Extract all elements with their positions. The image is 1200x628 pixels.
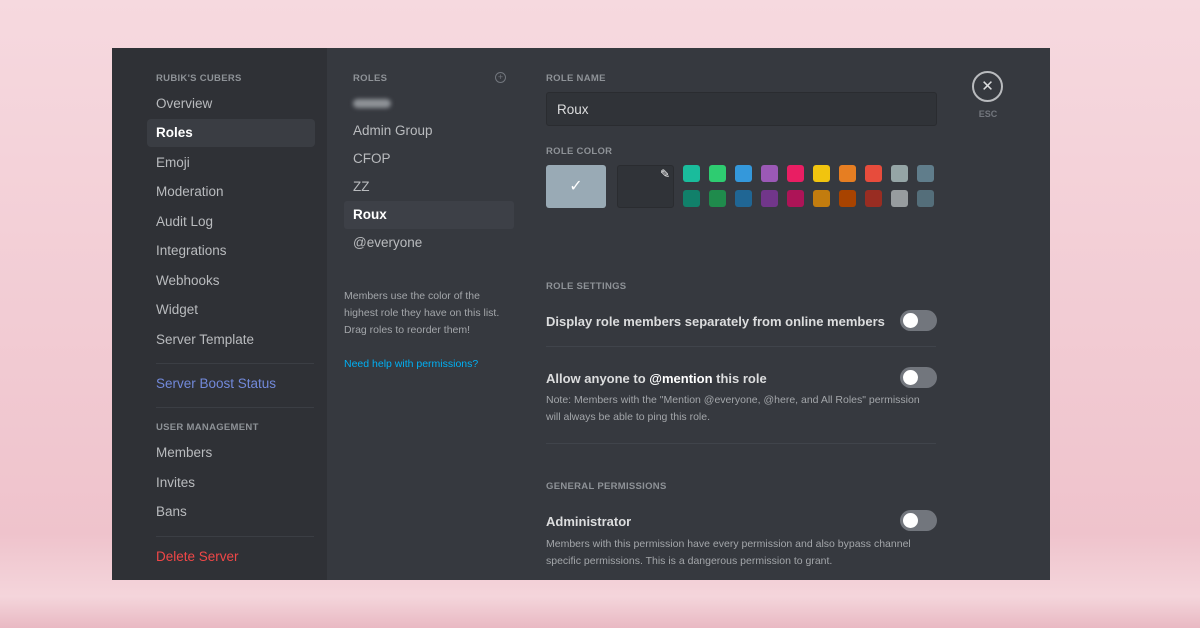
label-mention: @mention	[649, 371, 713, 386]
color-swatch[interactable]	[917, 190, 934, 207]
color-swatch[interactable]	[865, 190, 882, 207]
sidebar-item-emoji[interactable]: Emoji	[147, 149, 315, 177]
administrator-note: Members with this permission have every …	[546, 538, 911, 567]
role-editor: ROLE NAME ROLE COLOR ✓ ✎ ROLE SETTINGS D…	[530, 48, 1050, 580]
close-icon: ✕	[981, 78, 994, 95]
eyedropper-icon: ✎	[659, 167, 670, 181]
sidebar-item-integrations[interactable]: Integrations	[147, 237, 315, 265]
divider	[546, 443, 936, 444]
add-role-icon[interactable]: +	[495, 72, 506, 83]
esc-label: ESC	[978, 109, 998, 119]
color-swatch[interactable]	[709, 190, 726, 207]
role-name-label: ROLE NAME	[546, 73, 606, 84]
role-name-input[interactable]	[546, 92, 937, 126]
sidebar-item-moderation[interactable]: Moderation	[147, 178, 315, 206]
color-swatch[interactable]	[735, 190, 752, 207]
default-color-swatch[interactable]: ✓	[546, 165, 606, 208]
sidebar-item-webhooks[interactable]: Webhooks	[147, 267, 315, 295]
role-item-zz[interactable]: ZZ	[344, 173, 514, 201]
roles-column: ROLES + Admin Group CFOP ZZ Roux @everyo…	[327, 48, 530, 580]
display-separately-toggle[interactable]	[900, 310, 937, 331]
divider	[546, 346, 936, 347]
color-swatch[interactable]	[735, 165, 752, 182]
administrator-toggle[interactable]	[900, 510, 937, 531]
permissions-help-link[interactable]: Need help with permissions?	[344, 358, 478, 370]
sidebar-item-audit-log[interactable]: Audit Log	[147, 208, 315, 236]
color-swatch[interactable]	[813, 165, 830, 182]
settings-sidebar: RUBIK'S CUBERS Overview Roles Emoji Mode…	[112, 48, 327, 580]
color-swatch[interactable]	[839, 190, 856, 207]
color-swatch[interactable]	[917, 165, 934, 182]
role-item-roux[interactable]: Roux	[344, 201, 514, 229]
administrator-label: Administrator	[546, 514, 632, 529]
role-item-cfop[interactable]: CFOP	[344, 145, 514, 173]
role-color-label: ROLE COLOR	[546, 146, 613, 157]
color-swatch[interactable]	[891, 165, 908, 182]
color-swatch[interactable]	[787, 165, 804, 182]
color-swatch[interactable]	[839, 165, 856, 182]
color-swatch[interactable]	[787, 190, 804, 207]
blurred-role[interactable]	[353, 99, 391, 108]
sidebar-item-server-boost-status[interactable]: Server Boost Status	[147, 370, 315, 398]
divider	[156, 536, 314, 537]
sidebar-item-widget[interactable]: Widget	[147, 296, 315, 324]
server-name-header: RUBIK'S CUBERS	[156, 73, 242, 84]
role-item-admin-group[interactable]: Admin Group	[344, 117, 514, 145]
close-button[interactable]: ✕	[972, 71, 1003, 102]
custom-color-picker[interactable]: ✎	[617, 165, 674, 208]
mentionable-label: Allow anyone to @mention this role	[546, 371, 767, 386]
sidebar-item-delete-server[interactable]: Delete Server	[147, 543, 315, 571]
divider	[156, 407, 314, 408]
color-swatch[interactable]	[683, 165, 700, 182]
sidebar-item-overview[interactable]: Overview	[147, 90, 315, 118]
sidebar-item-roles[interactable]: Roles	[147, 119, 315, 147]
roles-help-text: Members use the color of the highest rol…	[344, 290, 500, 336]
sidebar-item-server-template[interactable]: Server Template	[147, 326, 315, 354]
color-swatch[interactable]	[709, 165, 726, 182]
role-settings-label: ROLE SETTINGS	[546, 281, 627, 292]
color-swatch[interactable]	[761, 190, 778, 207]
color-swatch[interactable]	[813, 190, 830, 207]
roles-header: ROLES	[353, 73, 388, 84]
mentionable-toggle[interactable]	[900, 367, 937, 388]
color-swatch[interactable]	[865, 165, 882, 182]
label-text: Allow anyone to	[546, 371, 650, 386]
server-settings-window: RUBIK'S CUBERS Overview Roles Emoji Mode…	[112, 48, 1050, 580]
role-item-everyone[interactable]: @everyone	[344, 229, 514, 257]
check-icon: ✓	[569, 178, 583, 195]
divider	[156, 363, 314, 364]
label-text: this role	[712, 371, 767, 386]
sidebar-item-bans[interactable]: Bans	[147, 498, 315, 526]
color-swatch[interactable]	[683, 190, 700, 207]
color-swatch[interactable]	[761, 165, 778, 182]
user-management-header: USER MANAGEMENT	[156, 422, 259, 433]
sidebar-item-invites[interactable]: Invites	[147, 469, 315, 497]
display-separately-label: Display role members separately from onl…	[546, 314, 885, 329]
mentionable-note: Note: Members with the "Mention @everyon…	[546, 394, 920, 423]
general-permissions-label: GENERAL PERMISSIONS	[546, 481, 667, 492]
sidebar-item-members[interactable]: Members	[147, 439, 315, 467]
color-swatch[interactable]	[891, 190, 908, 207]
